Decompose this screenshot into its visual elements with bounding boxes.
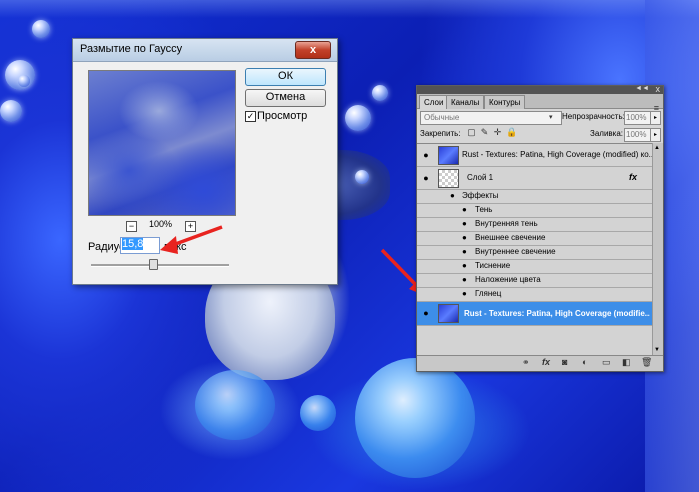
effect-name: Внутреннее свечение bbox=[475, 247, 556, 256]
layer-name: Слой 1 bbox=[467, 173, 494, 182]
artwork-bubble bbox=[18, 75, 30, 87]
dialog-title: Размытие по Гауссу bbox=[80, 43, 183, 55]
chevron-down-icon[interactable]: ▾ bbox=[549, 111, 553, 125]
effect-name: Внутренняя тень bbox=[475, 219, 538, 228]
add-mask-icon[interactable]: ◙ bbox=[562, 357, 567, 367]
gaussian-blur-dialog: Размытие по Гауссу x − 100% + ОК Отмена … bbox=[72, 38, 338, 285]
layer-thumbnail bbox=[438, 304, 459, 323]
layer-thumbnail bbox=[438, 169, 459, 188]
opacity-label: Непрозрачность: bbox=[562, 112, 625, 121]
fx-icon[interactable]: fx bbox=[629, 172, 637, 182]
artwork-light-stripe bbox=[0, 0, 699, 18]
artwork-orb bbox=[355, 358, 475, 478]
visibility-eye-icon[interactable]: ● bbox=[462, 205, 467, 214]
effect-name: Глянец bbox=[475, 289, 502, 298]
artwork-bubble bbox=[32, 20, 50, 38]
panel-close-icon[interactable]: x bbox=[656, 86, 661, 94]
preview-label: Просмотр bbox=[257, 110, 308, 122]
effect-row[interactable]: ● Внешнее свечение bbox=[417, 232, 653, 246]
link-layers-icon[interactable]: ⚭ bbox=[522, 357, 530, 368]
visibility-eye-icon[interactable]: ● bbox=[462, 289, 467, 298]
cancel-button[interactable]: Отмена bbox=[245, 89, 326, 107]
visibility-eye-icon[interactable]: ● bbox=[462, 275, 467, 284]
lock-move-icon[interactable]: ✛ bbox=[493, 128, 502, 137]
visibility-eye-icon[interactable]: ● bbox=[462, 233, 467, 242]
fill-label: Заливка: bbox=[590, 129, 624, 138]
visibility-eye-icon[interactable]: ● bbox=[462, 219, 467, 228]
zoom-level: 100% bbox=[149, 219, 173, 229]
artwork-bubble bbox=[372, 85, 388, 101]
effect-name: Тень bbox=[475, 205, 493, 214]
effect-row[interactable]: ● Внутренняя тень bbox=[417, 218, 653, 232]
effects-row[interactable]: ● Эффекты bbox=[417, 190, 653, 204]
radius-unit: пикс bbox=[164, 241, 187, 253]
visibility-eye-icon[interactable]: ● bbox=[462, 261, 467, 270]
lock-transparent-icon[interactable]: ▢ bbox=[467, 128, 476, 137]
close-icon: x bbox=[309, 44, 317, 56]
blur-preview[interactable] bbox=[88, 70, 236, 216]
layer-name: Rust - Textures: Patina, High Coverage (… bbox=[462, 150, 652, 159]
layer-row-selected[interactable]: ● Rust - Textures: Patina, High Coverage… bbox=[417, 302, 653, 326]
effect-row[interactable]: ● Внутреннее свечение bbox=[417, 246, 653, 260]
panel-topbar[interactable]: ◄◄ x bbox=[417, 86, 663, 94]
add-style-icon[interactable]: fx bbox=[542, 357, 550, 367]
lock-label: Закрепить: bbox=[420, 129, 461, 138]
effect-row[interactable]: ● Тень bbox=[417, 204, 653, 218]
dialog-titlebar[interactable]: Размытие по Гауссу x bbox=[73, 39, 337, 62]
panel-tabs: Слои Каналы Контуры ≡ bbox=[417, 94, 663, 113]
layers-list: ● Rust - Textures: Patina, High Coverage… bbox=[417, 143, 663, 356]
ok-button[interactable]: ОК bbox=[245, 68, 326, 86]
visibility-eye-icon[interactable]: ● bbox=[462, 247, 467, 256]
radius-slider-thumb[interactable] bbox=[149, 259, 159, 270]
layers-panel: ◄◄ x Слои Каналы Контуры ≡ Обычные ▾ Неп… bbox=[416, 85, 664, 372]
visibility-eye-icon[interactable]: ● bbox=[421, 308, 431, 318]
effect-row[interactable]: ● Тиснение bbox=[417, 260, 653, 274]
tab-channels[interactable]: Каналы bbox=[446, 95, 485, 109]
close-button[interactable]: x bbox=[295, 41, 331, 59]
layer-thumbnail bbox=[438, 146, 459, 165]
fill-stepper-icon[interactable]: ▸ bbox=[650, 128, 661, 142]
new-layer-icon[interactable]: ◧ bbox=[622, 357, 631, 368]
radius-slider-track[interactable] bbox=[91, 264, 229, 267]
artwork-bubble bbox=[0, 100, 22, 122]
artwork-orb bbox=[300, 395, 336, 431]
zoom-in-button[interactable]: + bbox=[185, 221, 196, 232]
new-group-icon[interactable]: ▭ bbox=[602, 357, 611, 368]
effect-name: Тиснение bbox=[475, 261, 511, 270]
layer-name: Rust - Textures: Patina, High Coverage (… bbox=[464, 309, 650, 318]
scroll-down-icon[interactable]: ▼ bbox=[654, 347, 660, 353]
effect-row[interactable]: ● Глянец bbox=[417, 288, 653, 302]
effect-row[interactable]: ● Наложение цвета bbox=[417, 274, 653, 288]
blend-mode-select[interactable]: Обычные bbox=[420, 111, 562, 125]
tab-paths[interactable]: Контуры bbox=[484, 95, 526, 109]
tab-layers[interactable]: Слои bbox=[419, 95, 449, 109]
artwork-orb bbox=[195, 370, 275, 440]
effect-name: Наложение цвета bbox=[475, 275, 541, 284]
lock-brush-icon[interactable]: ✎ bbox=[480, 128, 489, 137]
layer-row[interactable]: ● Слой 1 fx bbox=[417, 167, 653, 190]
radius-input[interactable]: 15,8 bbox=[120, 237, 160, 254]
effects-label: Эффекты bbox=[462, 191, 499, 200]
layer-row[interactable]: ● Rust - Textures: Patina, High Coverage… bbox=[417, 144, 653, 167]
fill-input[interactable]: 100% bbox=[624, 128, 651, 142]
visibility-eye-icon[interactable]: ● bbox=[450, 191, 455, 200]
visibility-eye-icon[interactable]: ● bbox=[421, 150, 431, 160]
radius-value: 15,8 bbox=[122, 238, 144, 250]
effect-name: Внешнее свечение bbox=[475, 233, 546, 242]
lock-all-icon[interactable]: 🔒 bbox=[506, 128, 517, 137]
artwork-bubble bbox=[345, 105, 371, 131]
opacity-stepper-icon[interactable]: ▸ bbox=[650, 111, 661, 125]
preview-checkbox[interactable]: ✓ bbox=[245, 111, 256, 122]
collapse-icon[interactable]: ◄◄ bbox=[635, 86, 649, 92]
zoom-out-button[interactable]: − bbox=[126, 221, 137, 232]
scroll-up-icon[interactable]: ▲ bbox=[654, 145, 660, 151]
visibility-eye-icon[interactable]: ● bbox=[421, 173, 431, 183]
panel-footer: ⚭ fx ◙ ◐ ▭ ◧ 🗑 bbox=[417, 355, 663, 371]
artwork-bubble bbox=[355, 170, 369, 184]
layers-scrollbar[interactable]: ▲ ▼ bbox=[652, 143, 663, 355]
opacity-input[interactable]: 100% bbox=[624, 111, 651, 125]
adjustment-layer-icon[interactable]: ◐ bbox=[582, 357, 587, 367]
delete-layer-icon[interactable]: 🗑 bbox=[641, 357, 652, 368]
